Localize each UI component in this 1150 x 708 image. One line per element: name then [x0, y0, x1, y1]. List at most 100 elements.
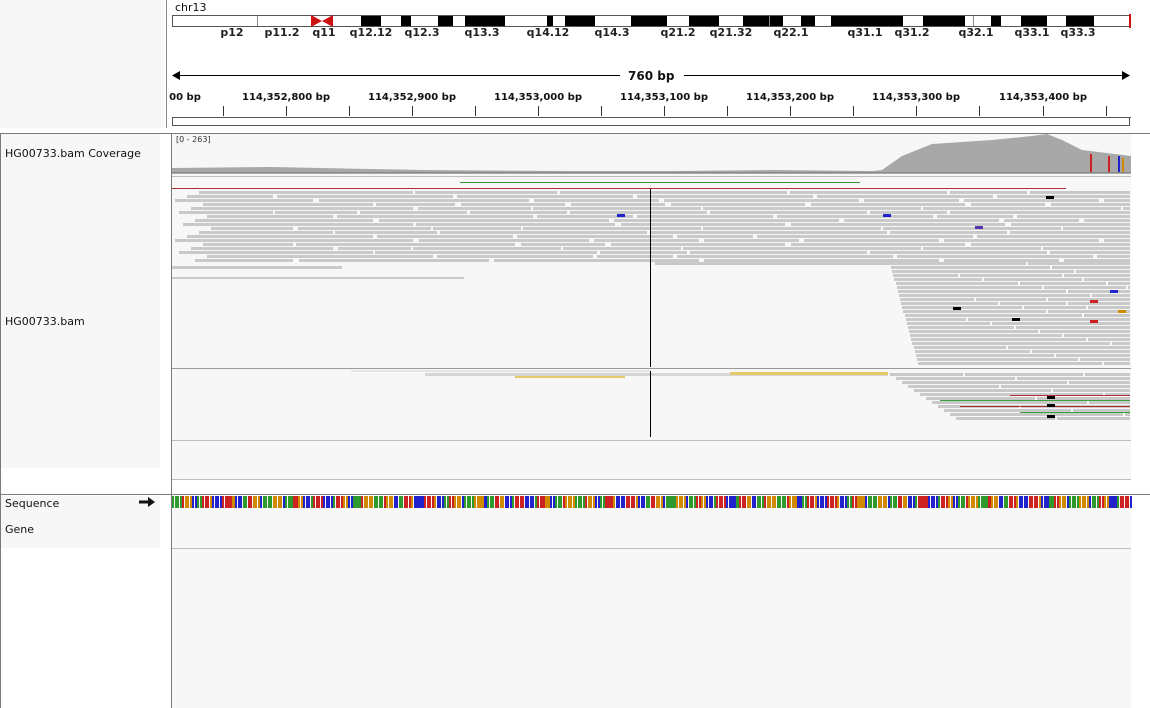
alignment-read[interactable]	[956, 417, 1055, 420]
alignment-read[interactable]	[533, 207, 701, 210]
alignment-read[interactable]	[338, 247, 411, 250]
alignment-read[interactable]	[914, 346, 1006, 349]
alignment-read[interactable]	[965, 373, 1083, 376]
alignment-read[interactable]	[883, 227, 1061, 230]
alignment-read[interactable]	[898, 290, 1066, 293]
alignment-read[interactable]	[912, 342, 1110, 345]
alignment-read[interactable]	[964, 199, 1099, 202]
alignment-read[interactable]	[907, 322, 990, 325]
alignment-read[interactable]	[187, 235, 373, 238]
alignment-read[interactable]	[997, 195, 1130, 198]
coverage-track[interactable]	[172, 134, 1131, 174]
alignment-read[interactable]	[175, 199, 313, 202]
alignment-read[interactable]	[976, 298, 1046, 301]
alignment-read[interactable]	[207, 255, 433, 258]
alignment-read[interactable]	[683, 247, 921, 250]
alignment-read[interactable]	[617, 214, 625, 217]
alignment-read[interactable]	[710, 211, 867, 214]
coverage-track-name[interactable]: HG00733.bam Coverage	[5, 147, 141, 160]
alignment-read[interactable]	[892, 270, 1074, 273]
alignment-read[interactable]	[891, 266, 1050, 269]
alignment-read[interactable]	[351, 370, 651, 372]
alignment-read[interactable]	[1000, 302, 1066, 305]
alignment-read[interactable]	[940, 400, 1130, 401]
alignment-read[interactable]	[191, 207, 413, 210]
alignment-read[interactable]	[1110, 290, 1118, 293]
alignment-read[interactable]	[757, 235, 973, 238]
alignment-read[interactable]	[918, 362, 1102, 365]
alignment-read[interactable]	[637, 195, 813, 198]
alignment-read[interactable]	[1012, 318, 1020, 321]
alignment-read[interactable]	[1076, 270, 1130, 273]
alignment-read[interactable]	[890, 231, 1007, 234]
alignment-read[interactable]	[1125, 413, 1130, 416]
alignment-read[interactable]	[203, 243, 293, 246]
alignment-read[interactable]	[1028, 262, 1130, 265]
alignment-read[interactable]	[187, 195, 273, 198]
alignment-read[interactable]	[203, 203, 373, 206]
alignment-read[interactable]	[1088, 306, 1130, 309]
alignment-read[interactable]	[811, 203, 965, 206]
alignment-read[interactable]	[671, 203, 805, 206]
alignment-read[interactable]	[917, 358, 1078, 361]
alignment-read[interactable]	[703, 227, 881, 230]
chromosome-name[interactable]: chr13	[175, 1, 207, 14]
gene-track-name[interactable]: Gene	[5, 523, 34, 536]
alignment-read[interactable]	[1053, 389, 1130, 392]
alignment-read[interactable]	[457, 195, 633, 198]
alignment-read[interactable]	[960, 274, 1062, 277]
alignment-read[interactable]	[791, 223, 1005, 226]
alignment-read[interactable]	[804, 239, 939, 242]
alignment-read[interactable]	[690, 251, 867, 254]
alignment-read[interactable]	[375, 251, 597, 254]
alignment-read[interactable]	[791, 243, 965, 246]
alignment-read[interactable]	[433, 227, 521, 230]
alignment-read[interactable]	[1040, 330, 1130, 333]
alignment-read[interactable]	[950, 413, 1123, 416]
alignment-read[interactable]	[910, 334, 1062, 337]
alignment-read[interactable]	[870, 211, 947, 214]
alignment-read[interactable]	[1092, 294, 1130, 297]
alignment-read[interactable]	[1089, 401, 1130, 404]
right-arrow-icon[interactable]	[139, 497, 155, 507]
alignment-read[interactable]	[971, 243, 1130, 246]
alignment-read[interactable]	[440, 231, 647, 234]
alignment-read[interactable]	[870, 251, 1047, 254]
alignment-read[interactable]	[844, 219, 999, 222]
alignment-read[interactable]	[461, 203, 565, 206]
alignment-read[interactable]	[883, 214, 891, 217]
alignment-read[interactable]	[968, 318, 1130, 321]
alignment-read[interactable]	[296, 243, 515, 246]
alignment-read[interactable]	[817, 195, 993, 198]
alignment-read[interactable]	[1032, 350, 1130, 353]
alignment-read[interactable]	[437, 255, 593, 258]
alignment-read[interactable]	[902, 381, 1067, 384]
alignment-read[interactable]	[950, 211, 1130, 214]
alignment-read[interactable]	[1047, 415, 1055, 418]
alignment-read[interactable]	[890, 373, 963, 376]
alignment-read[interactable]	[908, 385, 999, 388]
alignment-read[interactable]	[416, 223, 615, 226]
alignment-read[interactable]	[1008, 346, 1130, 349]
alignment-read[interactable]	[1057, 417, 1130, 420]
alignment-read[interactable]	[908, 326, 1014, 329]
alignment-read[interactable]	[1069, 381, 1130, 384]
alignment-read[interactable]	[337, 215, 533, 218]
alignment-read[interactable]	[902, 306, 1022, 309]
alignment-read[interactable]	[897, 286, 1042, 289]
alignment-read[interactable]	[915, 350, 1030, 353]
alignment-read[interactable]	[923, 207, 1121, 210]
alignment-read[interactable]	[179, 251, 373, 254]
alignment-read[interactable]	[923, 247, 1041, 250]
alignment-read[interactable]	[1064, 274, 1130, 277]
alignment-read[interactable]	[677, 255, 893, 258]
alignment-read[interactable]	[944, 239, 1099, 242]
alignment-read[interactable]	[199, 191, 413, 194]
alignment-read[interactable]	[896, 377, 1015, 380]
alignment-read[interactable]	[172, 266, 342, 269]
alignment-read[interactable]	[916, 354, 1054, 357]
alignment-read[interactable]	[890, 262, 1026, 265]
alignment-read[interactable]	[893, 274, 958, 277]
alignment-read[interactable]	[1104, 199, 1130, 202]
alignment-read[interactable]	[600, 251, 687, 254]
